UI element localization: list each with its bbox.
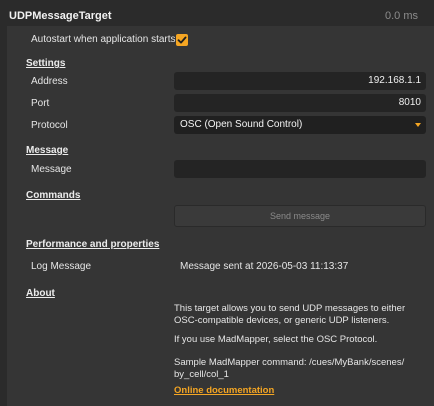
about-sample-command: Sample MadMapper command: /cues/MyBank/s…: [174, 357, 404, 381]
autostart-label: Autostart when application starts: [31, 34, 176, 45]
about-madmapper-note: If you use MadMapper, select the OSC Pro…: [174, 334, 378, 345]
chevron-down-icon: [415, 123, 421, 127]
protocol-dropdown[interactable]: OSC (Open Sound Control): [174, 116, 426, 134]
message-field[interactable]: [174, 160, 426, 178]
about-line-1: This target allows you to send UDP messa…: [174, 303, 406, 314]
section-message[interactable]: Message: [26, 145, 68, 156]
about-line-5: by_cell/col_1: [174, 369, 229, 380]
section-performance[interactable]: Performance and properties: [26, 239, 159, 250]
about-line-4: Sample MadMapper command: /cues/MyBank/s…: [174, 357, 405, 368]
autostart-checkbox[interactable]: [176, 34, 188, 46]
section-about[interactable]: About: [26, 288, 55, 299]
online-documentation-link[interactable]: Online documentation: [174, 385, 274, 396]
send-message-button[interactable]: Send message: [174, 205, 426, 227]
about-description: This target allows you to send UDP messa…: [174, 303, 405, 327]
header-timing: 0.0 ms: [384, 10, 418, 22]
protocol-label: Protocol: [31, 120, 68, 131]
section-commands[interactable]: Commands: [26, 190, 80, 201]
section-settings[interactable]: Settings: [26, 58, 65, 69]
port-field[interactable]: 8010: [174, 94, 426, 112]
address-field[interactable]: 192.168.1.1: [174, 72, 426, 90]
message-label: Message: [31, 164, 72, 175]
port-label: Port: [31, 98, 50, 109]
header-title: UDPMessageTarget: [9, 10, 112, 22]
about-line-2: OSC-compatible devices, or generic UDP l…: [174, 315, 390, 326]
checkmark-icon: [177, 36, 187, 44]
log-message-value: Message sent at 2026-05-03 11:13:37: [180, 261, 349, 272]
protocol-selected-value: OSC (Open Sound Control): [180, 119, 303, 130]
log-message-label: Log Message: [31, 261, 92, 272]
address-label: Address: [31, 76, 68, 87]
